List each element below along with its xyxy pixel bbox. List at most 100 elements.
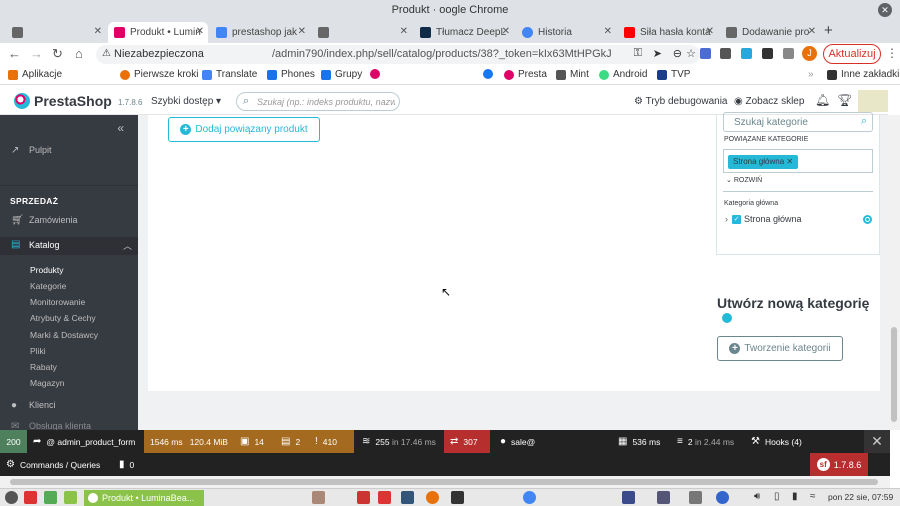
category-search-input[interactable]: Szukaj kategorie ⌕ bbox=[723, 112, 873, 132]
bookmark-item[interactable]: Pierwsze kroki bbox=[120, 69, 198, 80]
sidebar-item-catalog[interactable]: ▤ Katalog ︿ bbox=[0, 237, 138, 255]
mail-icon[interactable] bbox=[401, 491, 414, 504]
bookmark-item[interactable]: Mint bbox=[556, 69, 589, 80]
bookmark-item[interactable]: Presta bbox=[504, 69, 547, 80]
quick-access-dropdown[interactable]: Szybki dostęp ▾ bbox=[151, 96, 221, 107]
bookmarks-overflow-icon[interactable]: » bbox=[808, 69, 814, 80]
bookmark-item[interactable]: Android bbox=[599, 69, 647, 80]
admin-search-input[interactable]: ⌕ Szukaj (np.: indeks produktu, nazwa kl bbox=[236, 92, 400, 111]
extension-icon[interactable] bbox=[700, 48, 711, 59]
back-icon[interactable]: ← bbox=[8, 46, 21, 61]
app-icon[interactable] bbox=[312, 491, 325, 504]
other-bookmarks[interactable]: Inne zakładki bbox=[827, 69, 899, 80]
terminal-launcher-icon[interactable] bbox=[44, 491, 57, 504]
send-icon[interactable]: ➤ bbox=[653, 47, 662, 60]
close-tab-icon[interactable]: ✕ bbox=[94, 26, 102, 37]
symfony-version-badge[interactable]: sf 1.7.8.6 bbox=[810, 453, 868, 476]
forms-item[interactable]: ▣ 14 bbox=[234, 430, 270, 453]
app-launcher-icon[interactable] bbox=[24, 491, 37, 504]
sidebar-subitem-discounts[interactable]: Rabaty bbox=[30, 362, 57, 372]
employee-avatar[interactable] bbox=[858, 90, 888, 112]
files-launcher-icon[interactable] bbox=[64, 491, 77, 504]
add-related-product-button[interactable]: + Dodaj powiązany produkt bbox=[168, 117, 320, 142]
new-tab-button[interactable]: + bbox=[824, 22, 833, 39]
taskbar-window-button[interactable]: Produkt • LuminaBea... bbox=[84, 490, 204, 506]
close-tab-icon[interactable]: ✕ bbox=[808, 26, 816, 37]
bookmark-item[interactable]: TVP bbox=[657, 69, 690, 80]
security-indicator[interactable]: Niezabezpieczona bbox=[114, 48, 204, 60]
terminal-icon[interactable] bbox=[451, 491, 464, 504]
page-scrollbar[interactable] bbox=[888, 115, 900, 430]
close-tab-icon[interactable]: ✕ bbox=[502, 26, 510, 37]
sidebar-subitem-products[interactable]: Produkty bbox=[30, 265, 64, 275]
view-shop-link[interactable]: ◉ Zobacz sklep bbox=[734, 96, 804, 107]
app-icon[interactable] bbox=[657, 491, 670, 504]
app-icon[interactable] bbox=[622, 491, 635, 504]
trophy-icon[interactable]: 🏆︎ bbox=[837, 93, 852, 107]
sidebar-subitem-monitoring[interactable]: Monitorowanie bbox=[30, 297, 85, 307]
chrome-icon[interactable] bbox=[523, 491, 536, 504]
warning-icon[interactable]: ⚠ bbox=[102, 48, 111, 59]
tab[interactable]: Siła hasła konta ✕ bbox=[618, 22, 718, 43]
zoom-icon[interactable]: ⊖ bbox=[673, 47, 682, 60]
profile-avatar[interactable]: J bbox=[802, 46, 817, 61]
help-icon[interactable] bbox=[722, 313, 732, 323]
wifi-icon[interactable]: ≈ bbox=[810, 491, 816, 502]
prestashop-logo[interactable]: PrestaShop bbox=[14, 93, 112, 109]
tab-active[interactable]: Produkt • Lumin ✕ bbox=[108, 22, 208, 43]
commands-count-item[interactable]: ▮ 0 bbox=[113, 453, 140, 476]
sidebar-subitem-categories[interactable]: Kategorie bbox=[30, 281, 66, 291]
scrollbar-thumb[interactable] bbox=[891, 327, 897, 422]
bookmark-item[interactable] bbox=[483, 69, 497, 79]
chevron-right-icon[interactable]: › bbox=[725, 214, 728, 224]
bookmark-apps[interactable]: Aplikacje bbox=[8, 69, 62, 80]
sidebar-subitem-brands[interactable]: Marki & Dostawcy bbox=[30, 330, 98, 340]
tab[interactable]: Tłumacz DeepL ✕ bbox=[414, 22, 514, 43]
forward-icon[interactable]: → bbox=[30, 46, 43, 61]
tab[interactable]: Historia ✕ bbox=[516, 22, 616, 43]
timing-item[interactable]: ▦ 536 ms bbox=[612, 430, 666, 453]
cloud-extension-icon[interactable] bbox=[741, 48, 752, 59]
category-checkbox[interactable]: ✓ bbox=[732, 214, 741, 224]
sidebar-subitem-files[interactable]: Pliki bbox=[30, 346, 46, 356]
main-category-radio[interactable] bbox=[863, 215, 872, 224]
puzzle-icon[interactable] bbox=[762, 48, 773, 59]
cache-item[interactable]: ≡ 2 in 2.44 ms bbox=[671, 430, 740, 453]
home-icon[interactable]: ⌂ bbox=[75, 46, 83, 61]
app-icon[interactable] bbox=[357, 491, 370, 504]
translation-item[interactable]: ⇄ 307 bbox=[444, 430, 490, 453]
menu-icon[interactable]: ⋮ bbox=[886, 46, 898, 60]
tab[interactable]: Dodawanie pro ✕ bbox=[720, 22, 820, 43]
notifications-bell-icon[interactable]: 🔔︎ bbox=[815, 93, 830, 107]
menu-launcher-icon[interactable] bbox=[5, 491, 18, 504]
bookmark-item[interactable]: Grupy bbox=[321, 69, 362, 80]
tab[interactable]: prestashop jak ✕ bbox=[210, 22, 310, 43]
remove-tag-icon[interactable]: ✕ bbox=[786, 157, 793, 166]
key-icon[interactable]: ⚿ bbox=[634, 47, 642, 60]
address-bar[interactable]: ⚠ Niezabezpieczona /admin790/index.php/s… bbox=[96, 45, 700, 64]
reload-icon[interactable]: ↻ bbox=[52, 46, 63, 62]
app-icon[interactable] bbox=[426, 491, 439, 504]
database-item[interactable]: ≋ 255 in 17.46 ms bbox=[356, 430, 442, 453]
battery-icon[interactable]: ▮ bbox=[792, 491, 798, 502]
commands-item[interactable]: ⚙ Commands / Queries bbox=[0, 453, 106, 476]
url-text[interactable]: /admin790/index.php/sell/catalog/product… bbox=[272, 48, 612, 60]
bookmark-item[interactable]: Translate bbox=[202, 69, 257, 80]
app-icon[interactable] bbox=[689, 491, 702, 504]
debug-mode-link[interactable]: ⚙ Tryb debugowania bbox=[634, 96, 727, 107]
route-item[interactable]: ➦ @ admin_product_form bbox=[27, 430, 141, 453]
tab[interactable]: ✕ bbox=[6, 22, 106, 43]
sidebar-subitem-attributes[interactable]: Atrybuty & Cechy bbox=[30, 313, 96, 323]
bookmark-item[interactable] bbox=[370, 69, 384, 79]
tab[interactable]: ✕ bbox=[312, 22, 412, 43]
clock[interactable]: pon 22 sie, 07:59 bbox=[828, 492, 893, 502]
volume-icon[interactable]: 🔊︎ bbox=[754, 491, 760, 502]
hooks-item[interactable]: ⚒ Hooks (4) bbox=[745, 430, 808, 453]
logs-item[interactable]: ! 410 bbox=[309, 430, 354, 453]
expand-toggle[interactable]: ⌄ ROZWIŃ bbox=[726, 176, 762, 184]
app-icon[interactable] bbox=[378, 491, 391, 504]
close-tab-icon[interactable]: ✕ bbox=[604, 26, 612, 37]
extension-icon[interactable] bbox=[720, 48, 731, 59]
twig-item[interactable]: ▤ 2 bbox=[275, 430, 306, 453]
sidebar-subitem-stock[interactable]: Magazyn bbox=[30, 378, 65, 388]
